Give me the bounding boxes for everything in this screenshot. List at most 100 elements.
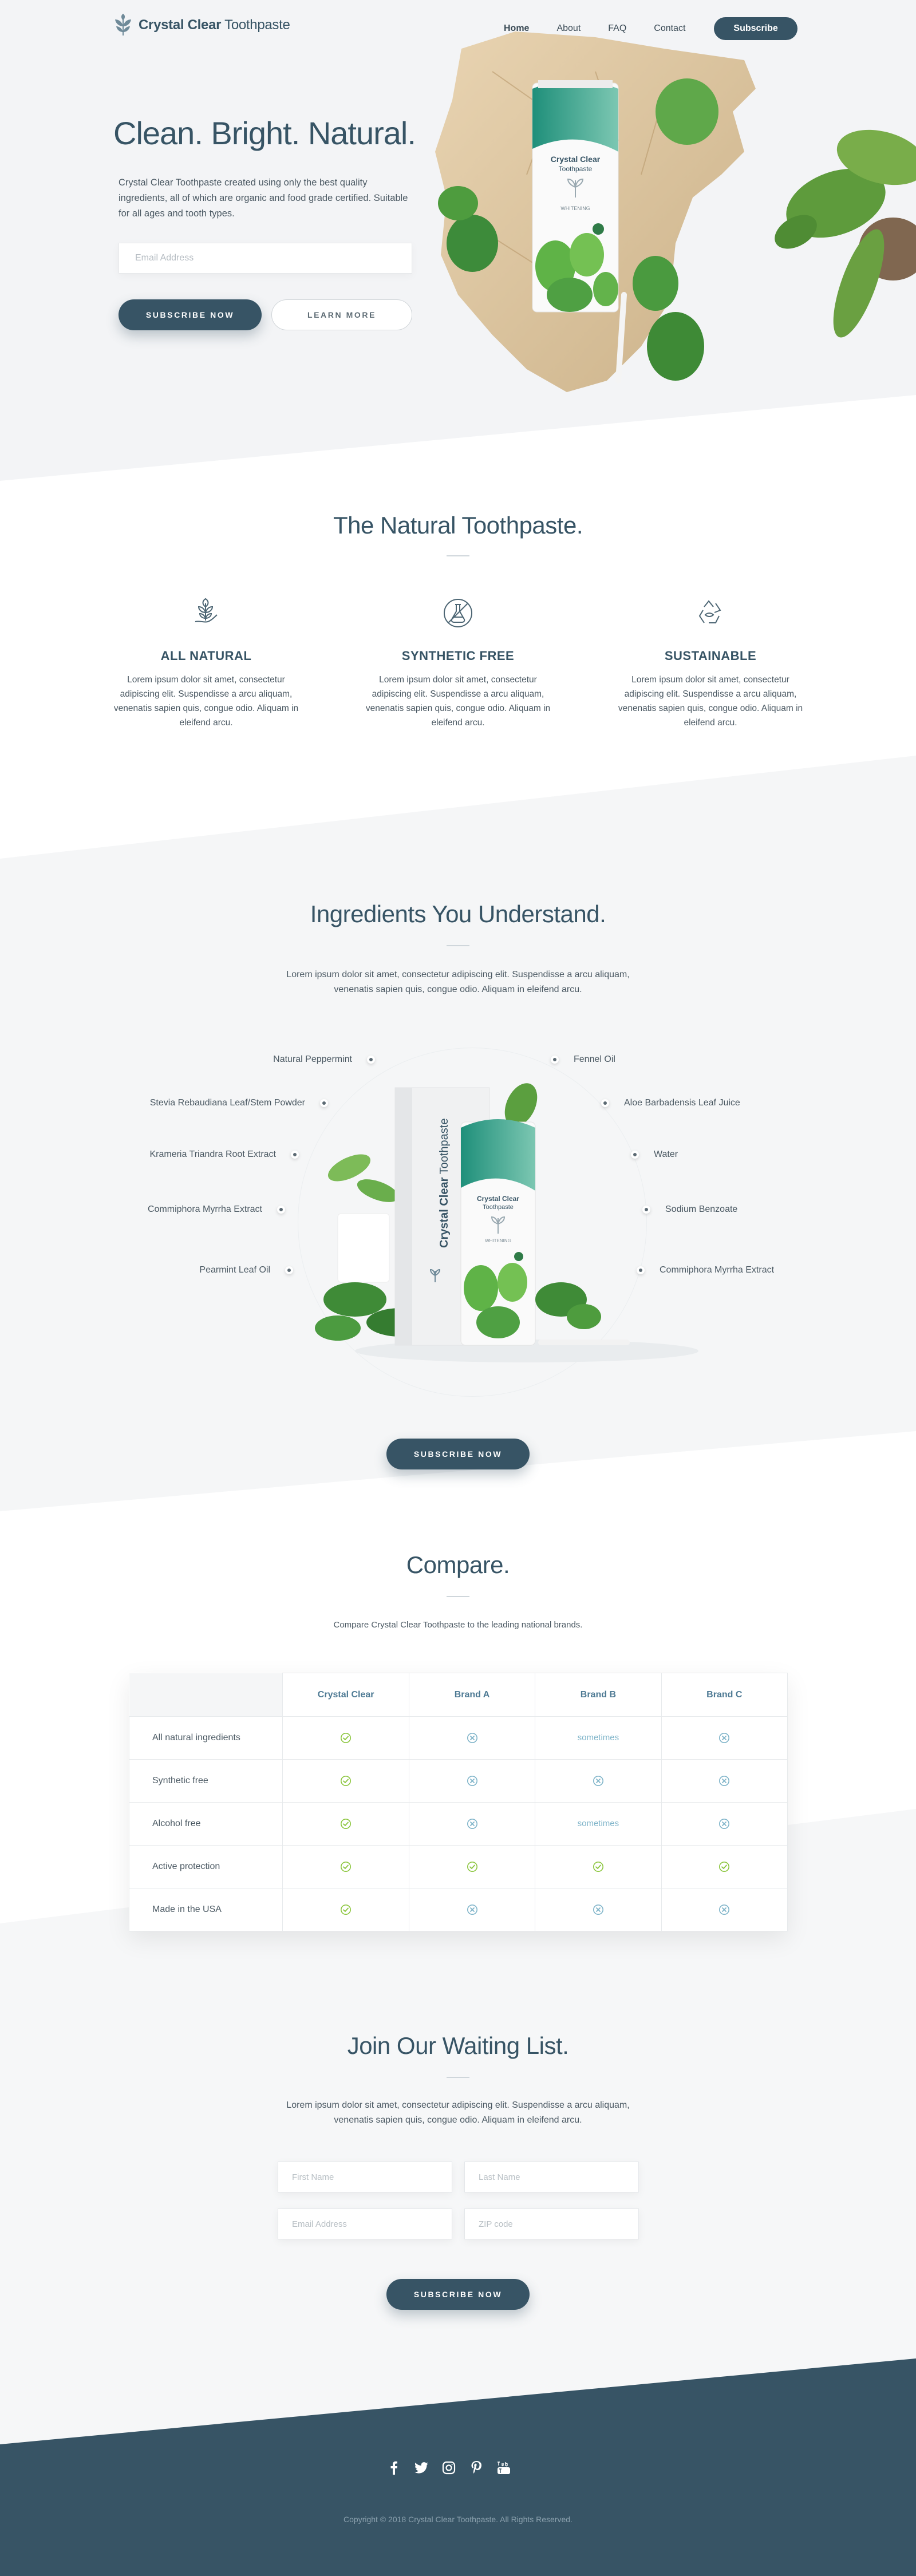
compare-cell (408, 1888, 536, 1931)
row-label: Made in the USA (128, 1888, 283, 1931)
leaf-hand-icon (195, 598, 218, 623)
column-header: Brand B (535, 1673, 662, 1717)
flask-icon (444, 599, 472, 627)
feature-text: Lorem ipsum dolor sit amet, consectetur … (618, 675, 803, 728)
feature-title: ALL NATURAL (160, 649, 252, 663)
logo-text: Crystal Clear Toothpaste (139, 17, 290, 33)
natural-title-rule (447, 555, 469, 556)
table-row: Synthetic free (128, 1759, 788, 1803)
leaf-logo-icon (115, 14, 131, 35)
site-logo[interactable]: Crystal Clear Toothpaste (113, 14, 290, 37)
ingredients-title: Ingredients You Understand. (310, 900, 606, 927)
check-icon (341, 1733, 352, 1743)
column-header: Brand C (661, 1673, 788, 1717)
column-header: Crystal Clear (282, 1673, 409, 1717)
cross-icon (719, 1776, 730, 1786)
table-row: Alcohol free sometimes (128, 1802, 788, 1846)
ingredient-left-1: Natural Peppermint (273, 1054, 375, 1065)
ingredient-dot (367, 1056, 375, 1064)
hero-title: Clean. Bright. Natural. (113, 115, 416, 151)
compare-cell (282, 1759, 409, 1803)
row-label: Synthetic free (128, 1759, 283, 1803)
ingredient-dot (277, 1206, 285, 1214)
compare-title: Compare. (406, 1551, 510, 1578)
cross-icon (467, 1819, 477, 1829)
tube-brand-label: Crystal Clear (551, 155, 601, 164)
table-row: All natural ingredients sometimes (128, 1716, 788, 1760)
row-label: All natural ingredients (128, 1716, 283, 1760)
check-icon (719, 1862, 730, 1872)
waitlist-title: Join Our Waiting List. (347, 2032, 569, 2059)
compare-text: Compare Crystal Clear Toothpaste to the … (333, 1620, 583, 1630)
ingredients-subscribe-button[interactable]: SUBSCRIBE NOW (386, 1439, 530, 1469)
instagram-icon[interactable] (441, 2460, 456, 2475)
ingredient-left-4: Commiphora Myrrha Extract (148, 1204, 285, 1215)
learn-more-button[interactable]: LEARN MORE (271, 299, 412, 330)
zip-code-input[interactable] (464, 2208, 639, 2239)
compare-header-row: Crystal Clear Brand A Brand B Brand C (129, 1673, 788, 1717)
compare-cell (408, 1759, 536, 1803)
landing-page: Crystal Clear Toothpaste Home About FAQ … (0, 0, 916, 2576)
sometimes-label: sometimes (577, 1733, 619, 1743)
waitlist-text: Lorem ipsum dolor sit amet, consectetur … (286, 2100, 630, 2125)
feature-synthetic-free: SYNTHETIC FREE Lorem ipsum dolor sit ame… (361, 595, 555, 730)
tube-variant-label: WHITENING (560, 206, 590, 211)
compare-cell: sometimes (535, 1716, 662, 1760)
compare-cell (282, 1888, 409, 1931)
compare-title-rule (447, 1596, 469, 1597)
cross-icon (593, 1905, 603, 1915)
waitlist-subscribe-button[interactable]: SUBSCRIBE NOW (386, 2279, 530, 2310)
ingredient-dot (291, 1151, 299, 1159)
hero-subscribe-button[interactable]: SUBSCRIBE NOW (119, 299, 262, 330)
youtube-icon[interactable] (496, 2460, 511, 2475)
cross-icon (467, 1905, 477, 1915)
ingredient-left-5: Pearmint Leaf Oil (199, 1265, 293, 1275)
compare-cell (661, 1716, 788, 1760)
copyright-text: Copyright © 2018 Crystal Clear Toothpast… (344, 2515, 572, 2524)
tube-brand-sub: Toothpaste (483, 1204, 514, 1211)
compare-cell: sometimes (535, 1802, 662, 1846)
feature-title: SYNTHETIC FREE (401, 649, 515, 663)
column-header: Brand A (408, 1673, 536, 1717)
compare-cell (408, 1802, 536, 1846)
tube-variant-label: WHITENING (485, 1238, 511, 1243)
check-icon (341, 1905, 352, 1915)
hero-email-input[interactable] (119, 243, 412, 274)
feature-sustainable: SUSTAINABLE Lorem ipsum dolor sit amet, … (613, 595, 808, 730)
box-brand-label: Crystal Clear Toothpaste (438, 1119, 451, 1248)
compare-cell (408, 1716, 536, 1760)
compare-cell (661, 1845, 788, 1888)
pinterest-icon[interactable] (469, 2460, 484, 2475)
ingredient-left-2: Stevia Rebaudiana Leaf/Stem Powder (150, 1098, 328, 1108)
check-icon (593, 1862, 603, 1872)
compare-cell (661, 1888, 788, 1931)
feature-title: SUSTAINABLE (664, 649, 757, 663)
feature-all-natural: ALL NATURAL Lorem ipsum dolor sit amet, … (109, 595, 303, 730)
compare-table: Crystal Clear Brand A Brand B Brand C Al… (128, 1673, 788, 1931)
compare-cell (282, 1802, 409, 1846)
first-name-input[interactable] (278, 2162, 452, 2192)
check-icon (341, 1819, 352, 1829)
email-input[interactable] (278, 2208, 452, 2239)
check-icon (467, 1862, 477, 1872)
tube-brand-sub: Toothpaste (559, 165, 593, 173)
check-icon (341, 1862, 352, 1872)
cross-icon (467, 1776, 477, 1786)
ingredients-text: Lorem ipsum dolor sit amet, consectetur … (286, 970, 630, 994)
hero-product-image: Crystal Clear Toothpaste WHITENING (435, 31, 916, 392)
last-name-input[interactable] (464, 2162, 639, 2192)
table-row: Made in the USA (128, 1888, 788, 1931)
cross-icon (593, 1776, 603, 1786)
ingredients-product-image: Crystal Clear Toothpaste Crystal Clear T… (315, 1083, 698, 1362)
check-icon (341, 1776, 352, 1786)
twitter-icon[interactable] (414, 2460, 429, 2475)
compare-cell (535, 1759, 662, 1803)
ingredient-left-3: Krameria Triandra Root Extract (149, 1149, 299, 1160)
compare-cell (408, 1845, 536, 1888)
compare-cell (535, 1845, 662, 1888)
natural-title: The Natural Toothpaste. (333, 512, 583, 539)
cross-icon (719, 1733, 730, 1743)
ingredient-right-1: Fennel Oil (551, 1054, 615, 1065)
facebook-icon[interactable] (386, 2460, 401, 2475)
table-row: Active protection (128, 1845, 788, 1888)
